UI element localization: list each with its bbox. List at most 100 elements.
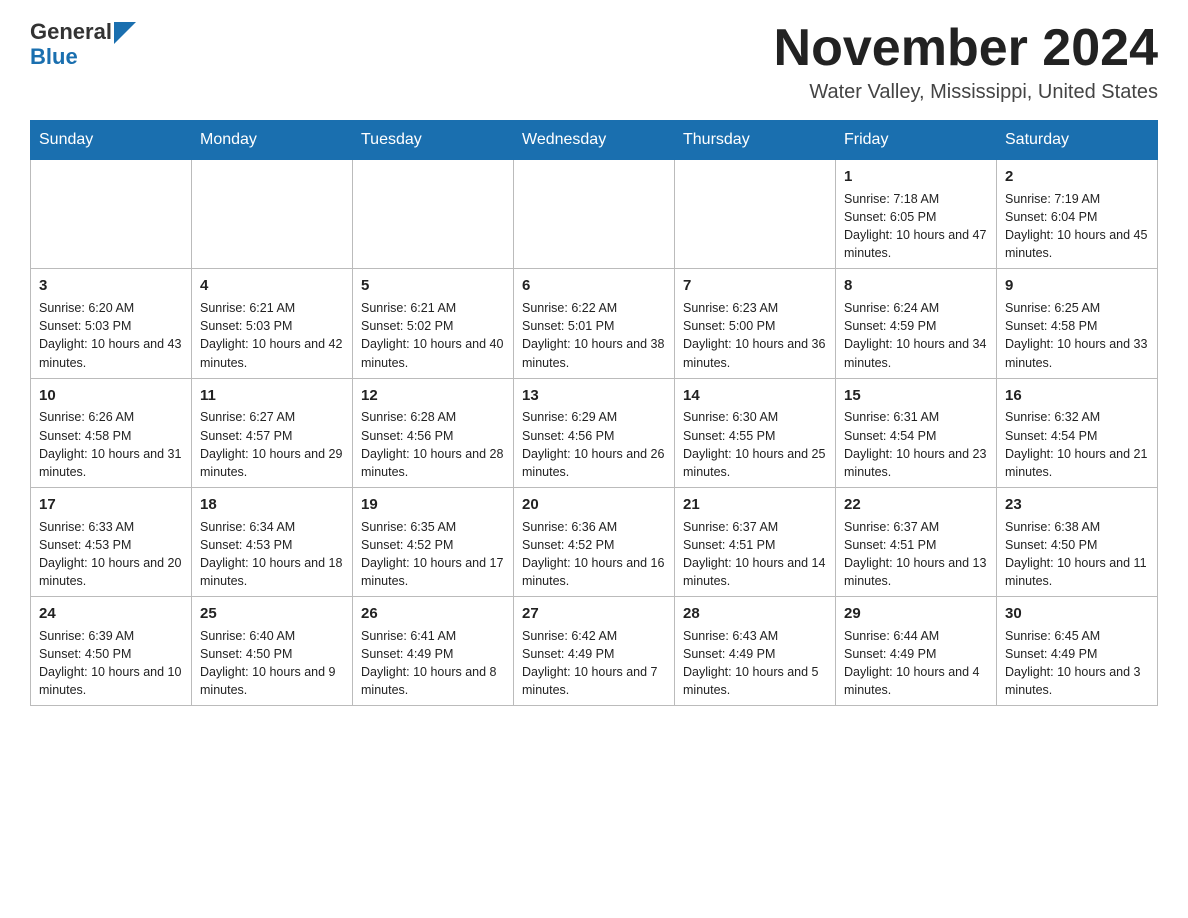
calendar-cell: 5Sunrise: 6:21 AMSunset: 5:02 PMDaylight… xyxy=(353,269,514,378)
calendar-week-row: 1Sunrise: 7:18 AMSunset: 6:05 PMDaylight… xyxy=(31,160,1158,269)
calendar-week-row: 24 Sunrise: 6:39 AMSunset: 4:50 PM Dayligh… xyxy=(31,597,1158,706)
calendar-cell: 16Sunrise: 6:32 AMSunset: 4:54 PMDayligh… xyxy=(997,378,1158,487)
calendar-cell: 27Sunrise: 6:42 AMSunset: 4:49 PMDayligh… xyxy=(514,597,675,706)
calendar-week-row: 3Sunrise: 6:20 AMSunset: 5:03 PMDaylight… xyxy=(31,269,1158,378)
calendar-cell: 20Sunrise: 6:36 AMSunset: 4:52 PMDayligh… xyxy=(514,487,675,596)
day-number: 1 xyxy=(844,166,988,188)
day-info: Sunset: 4:51 PM xyxy=(683,536,827,554)
day-info: Sunset: 4:50 PM xyxy=(1005,536,1149,554)
day-info: Sunrise: 6:40 AM xyxy=(200,627,344,645)
day-info: Sunset: 6:05 PM xyxy=(844,208,988,226)
day-info: Sunrise: 6:34 AM xyxy=(200,518,344,536)
day-info: Sunrise: 6:33 AM xyxy=(39,518,183,536)
calendar-cell: 9Sunrise: 6:25 AMSunset: 4:58 PMDaylight… xyxy=(997,269,1158,378)
day-number: 14 xyxy=(683,385,827,407)
day-number: 2 xyxy=(1005,166,1149,188)
calendar-cell: 25Sunrise: 6:40 AMSunset: 4:50 PMDayligh… xyxy=(192,597,353,706)
day-info: Daylight: 10 hours and 29 minutes. xyxy=(200,445,344,481)
day-info: Sunrise: 6:26 AM xyxy=(39,408,183,426)
day-number: 25 xyxy=(200,603,344,625)
calendar-cell xyxy=(514,160,675,269)
day-info: Sunrise: 6:31 AM xyxy=(844,408,988,426)
day-info: Sunrise: 6:37 AM xyxy=(683,518,827,536)
day-number: 21 xyxy=(683,494,827,516)
day-info: Sunset: 5:03 PM xyxy=(39,317,183,335)
day-info: Sunset: 4:50 PM xyxy=(39,645,183,663)
day-info: Sunrise: 6:29 AM xyxy=(522,408,666,426)
logo-blue: Blue xyxy=(30,44,78,69)
day-number: 30 xyxy=(1005,603,1149,625)
day-info: Sunrise: 6:35 AM xyxy=(361,518,505,536)
day-info: Sunrise: 6:36 AM xyxy=(522,518,666,536)
day-info: Daylight: 10 hours and 40 minutes. xyxy=(361,335,505,371)
day-info: Daylight: 10 hours and 36 minutes. xyxy=(683,335,827,371)
day-of-week-header: Thursday xyxy=(675,121,836,160)
calendar-week-row: 17Sunrise: 6:33 AMSunset: 4:53 PMDayligh… xyxy=(31,487,1158,596)
day-of-week-header: Friday xyxy=(836,121,997,160)
day-info: Daylight: 10 hours and 16 minutes. xyxy=(522,554,666,590)
day-of-week-header: Saturday xyxy=(997,121,1158,160)
day-info: Sunset: 4:55 PM xyxy=(683,427,827,445)
day-info: Sunset: 5:00 PM xyxy=(683,317,827,335)
calendar-cell xyxy=(353,160,514,269)
day-info: Daylight: 10 hours and 20 minutes. xyxy=(39,554,183,590)
day-number: 19 xyxy=(361,494,505,516)
day-info: Daylight: 10 hours and 31 minutes. xyxy=(39,445,183,481)
day-info: Daylight: 10 hours and 7 minutes. xyxy=(522,663,666,699)
day-info: Sunrise: 6:45 AM xyxy=(1005,627,1149,645)
day-info: Daylight: 10 hours and 45 minutes. xyxy=(1005,226,1149,262)
day-number: 15 xyxy=(844,385,988,407)
title-area: November 2024 Water Valley, Mississippi,… xyxy=(774,20,1158,104)
day-number: 28 xyxy=(683,603,827,625)
day-info: Daylight: 10 hours and 17 minutes. xyxy=(361,554,505,590)
location-subtitle: Water Valley, Mississippi, United States xyxy=(774,81,1158,104)
day-info: Sunrise: 6:25 AM xyxy=(1005,299,1149,317)
day-number: 16 xyxy=(1005,385,1149,407)
day-info: Sunset: 4:56 PM xyxy=(361,427,505,445)
day-info: Sunrise: 6:38 AM xyxy=(1005,518,1149,536)
day-info: Sunrise: 6:41 AM xyxy=(361,627,505,645)
day-number: 4 xyxy=(200,275,344,297)
day-info: Daylight: 10 hours and 34 minutes. xyxy=(844,335,988,371)
day-number: 22 xyxy=(844,494,988,516)
day-number: 6 xyxy=(522,275,666,297)
calendar-cell: 22Sunrise: 6:37 AMSunset: 4:51 PMDayligh… xyxy=(836,487,997,596)
day-info: Sunset: 4:53 PM xyxy=(39,536,183,554)
day-info: Sunrise: 6:21 AM xyxy=(361,299,505,317)
day-info: Sunset: 4:49 PM xyxy=(361,645,505,663)
day-info: Daylight: 10 hours and 47 minutes. xyxy=(844,226,988,262)
day-info: Sunrise: 6:32 AM xyxy=(1005,408,1149,426)
day-info: Daylight: 10 hours and 3 minutes. xyxy=(1005,663,1149,699)
day-info: Daylight: 10 hours and 13 minutes. xyxy=(844,554,988,590)
day-info: Sunset: 5:03 PM xyxy=(200,317,344,335)
calendar-cell: 6Sunrise: 6:22 AMSunset: 5:01 PMDaylight… xyxy=(514,269,675,378)
calendar-cell: 15Sunrise: 6:31 AMSunset: 4:54 PMDayligh… xyxy=(836,378,997,487)
day-number: 9 xyxy=(1005,275,1149,297)
day-info: Sunrise: 6:37 AM xyxy=(844,518,988,536)
calendar-cell: 17 Sunrise: 6:33 AMSunset: 4:53 PMDayligh… xyxy=(31,487,192,596)
day-info: Daylight: 10 hours and 25 minutes. xyxy=(683,445,827,481)
day-number: 17 xyxy=(39,494,183,516)
logo-triangle-icon xyxy=(114,22,136,44)
day-number: 24 xyxy=(39,603,183,625)
calendar-cell: 3Sunrise: 6:20 AMSunset: 5:03 PMDaylight… xyxy=(31,269,192,378)
day-info: Sunset: 4:52 PM xyxy=(361,536,505,554)
day-info: Sunset: 4:58 PM xyxy=(1005,317,1149,335)
day-info: Sunset: 4:49 PM xyxy=(683,645,827,663)
day-info: Sunrise: 6:21 AM xyxy=(200,299,344,317)
day-number: 20 xyxy=(522,494,666,516)
day-info: Sunrise: 6:20 AM xyxy=(39,299,183,317)
day-number: 23 xyxy=(1005,494,1149,516)
day-info: Sunrise: 6:27 AM xyxy=(200,408,344,426)
day-info: Sunrise: 6:39 AM xyxy=(39,627,183,645)
calendar-table: SundayMondayTuesdayWednesdayThursdayFrid… xyxy=(30,120,1158,706)
day-info: Sunrise: 7:19 AM xyxy=(1005,190,1149,208)
calendar-cell: 19 Sunrise: 6:35 AMSunset: 4:52 PMDayligh… xyxy=(353,487,514,596)
day-info: Sunset: 4:53 PM xyxy=(200,536,344,554)
calendar-cell: 23Sunrise: 6:38 AMSunset: 4:50 PMDayligh… xyxy=(997,487,1158,596)
day-info: Sunrise: 6:43 AM xyxy=(683,627,827,645)
calendar-cell: 13Sunrise: 6:29 AMSunset: 4:56 PMDayligh… xyxy=(514,378,675,487)
day-info: Sunset: 4:54 PM xyxy=(1005,427,1149,445)
day-info: Daylight: 10 hours and 26 minutes. xyxy=(522,445,666,481)
calendar-cell: 28Sunrise: 6:43 AMSunset: 4:49 PMDayligh… xyxy=(675,597,836,706)
